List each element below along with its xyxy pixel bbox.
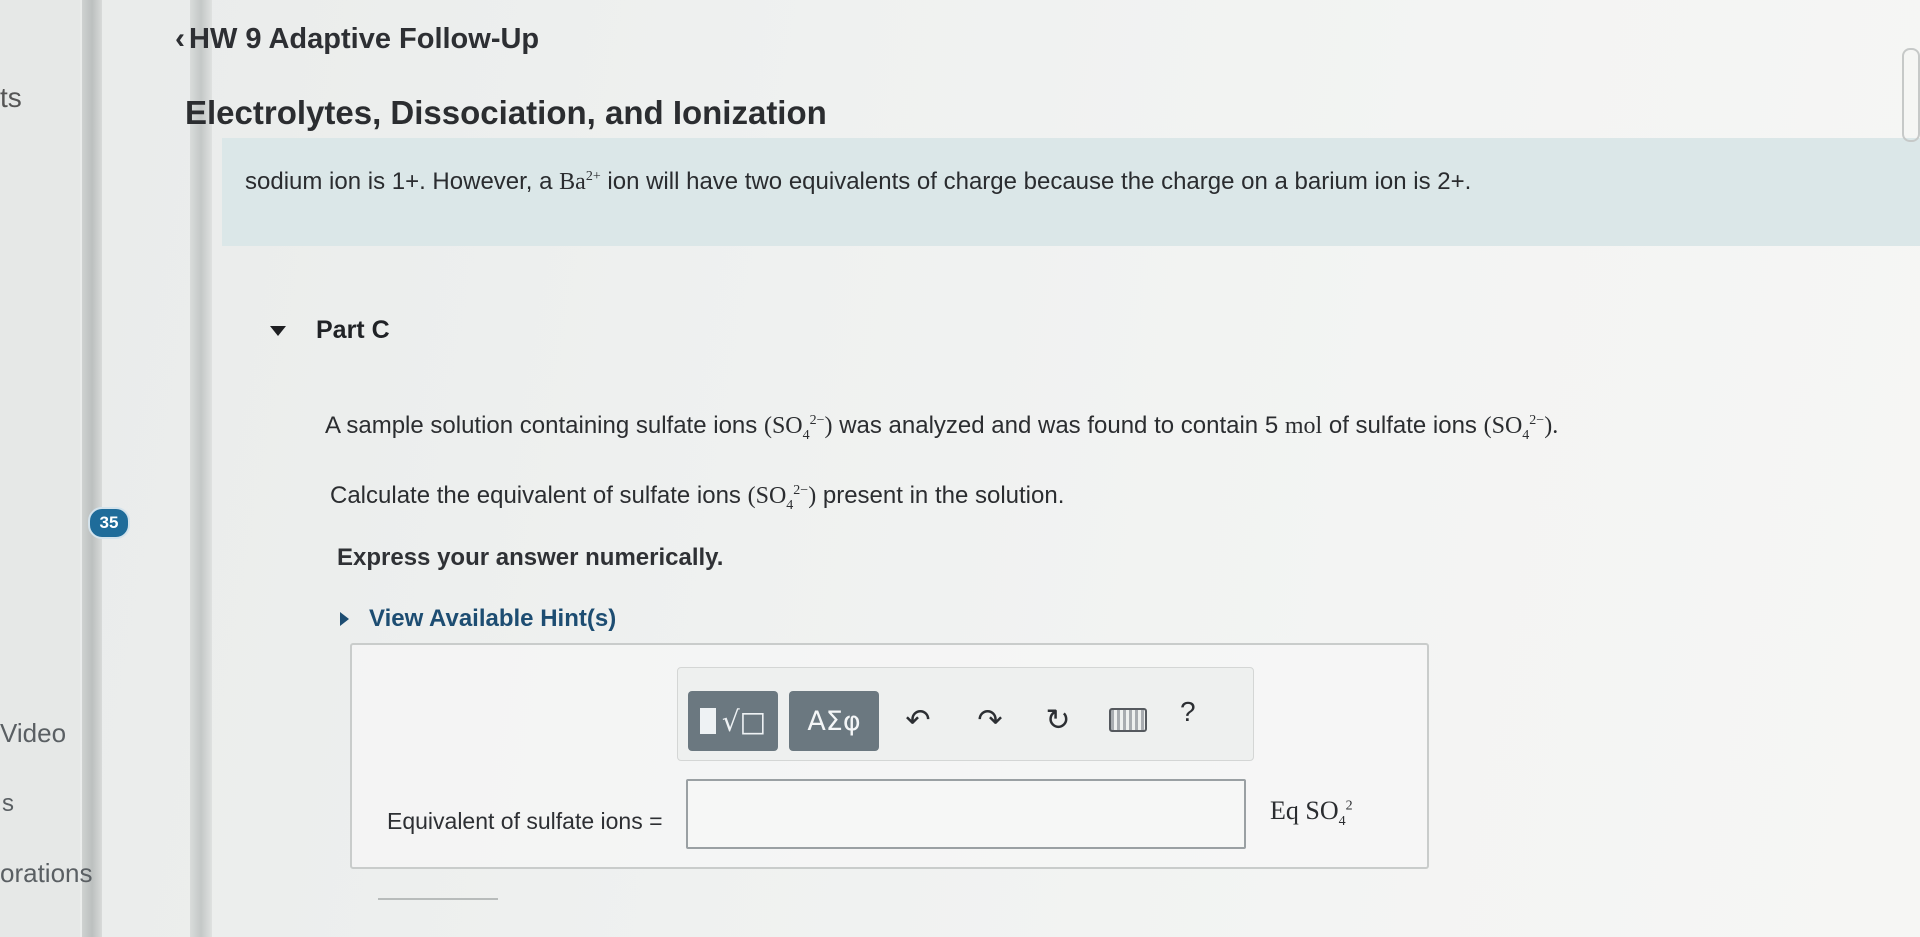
answer-unit: Eq SO42	[1270, 796, 1353, 830]
page: ts 35 Video s orations ‹ HW 9 Adaptive F…	[0, 0, 1920, 937]
collapse-triangle-icon	[270, 325, 286, 336]
page-title: Electrolytes, Dissociation, and Ionizati…	[185, 94, 827, 131]
answer-unit-subscript: 4	[1338, 814, 1346, 830]
back-link[interactable]: ‹ HW 9 Adaptive Follow-Up	[175, 22, 539, 56]
question-text: of sulfate ions	[1322, 412, 1484, 439]
content-divider	[190, 0, 212, 937]
sulfate-charge: 2−	[1529, 413, 1545, 428]
part-c-toggle[interactable]: Part C	[270, 316, 390, 345]
sulfate-formula: SO	[1491, 413, 1523, 439]
answer-input[interactable]	[686, 779, 1246, 849]
formula-paren-close: ).	[1544, 413, 1559, 439]
question-text: was analyzed and was found to contain 5	[832, 412, 1285, 439]
formula-paren-close: )	[824, 413, 833, 439]
sulfate-formula: SO	[755, 483, 787, 509]
nav-divider	[82, 0, 102, 937]
question-text: present in the solution.	[816, 482, 1065, 509]
scroll-handle[interactable]	[1902, 48, 1920, 142]
keyboard-icon[interactable]	[1108, 700, 1148, 740]
greek-symbols-button[interactable]: ΑΣφ	[789, 691, 879, 751]
sulfate-formula: SO	[771, 413, 803, 439]
back-link-label: HW 9 Adaptive Follow-Up	[189, 22, 540, 55]
view-hints-label: View Available Hint(s)	[369, 605, 617, 632]
chevron-left-icon: ‹	[175, 22, 185, 55]
sulfate-subscript: 4	[802, 427, 810, 443]
answer-unit-charge: 2	[1345, 798, 1353, 814]
reset-icon[interactable]: ↻	[1038, 700, 1078, 740]
sulfate-subscript: 4	[786, 497, 794, 513]
unit-mol: mol	[1284, 413, 1323, 439]
keyboard-glyph	[1109, 708, 1147, 732]
nav-item-top[interactable]: ts	[0, 82, 22, 114]
sqrt-template-icon: √□	[721, 704, 767, 738]
part-label: Part C	[316, 316, 390, 344]
intro-text-part2: ion will have two equivalents of charge …	[600, 168, 1472, 195]
template-block-icon	[699, 708, 716, 734]
nav-item-orations[interactable]: orations	[0, 858, 93, 889]
redo-icon[interactable]: ↷	[970, 700, 1010, 740]
question-line-1: A sample solution containing sulfate ion…	[325, 412, 1558, 444]
question-text: Calculate the equivalent of sulfate ions	[330, 482, 748, 509]
nav-item-video-label: Video	[0, 718, 67, 748]
sulfate-subscript: 4	[1522, 427, 1530, 443]
answer-label: Equivalent of sulfate ions =	[387, 808, 663, 834]
view-hints-link[interactable]: View Available Hint(s)	[340, 605, 616, 633]
question-text: A sample solution containing sulfate ion…	[325, 412, 764, 439]
intro-text: sodium ion is 1+. However, a Ba2+ ion wi…	[245, 168, 1471, 196]
intro-text-part1: sodium ion is 1+. However, a	[245, 168, 560, 195]
nav-item-s[interactable]: s	[2, 790, 14, 818]
formula-paren-close: )	[808, 483, 817, 509]
formula-paren-open: (	[763, 413, 772, 439]
answer-instruction: Express your answer numerically.	[337, 544, 724, 571]
question-line-2: Calculate the equivalent of sulfate ions…	[330, 482, 1064, 514]
divider-line	[378, 898, 498, 900]
barium-symbol: Ba	[559, 169, 586, 195]
expand-triangle-icon	[340, 612, 349, 626]
sulfate-charge: 2−	[793, 483, 809, 498]
formula-paren-open: (	[1483, 413, 1492, 439]
formula-paren-open: (	[747, 483, 756, 509]
nav-item-video[interactable]: Video	[0, 718, 66, 749]
undo-icon[interactable]: ↶	[898, 700, 938, 740]
answer-unit-prefix: Eq SO	[1270, 796, 1339, 825]
help-icon[interactable]: ?	[1180, 696, 1196, 728]
sulfate-charge: 2−	[809, 413, 825, 428]
barium-charge: 2+	[585, 169, 601, 184]
templates-button[interactable]: √□	[688, 691, 778, 751]
nav-count-badge: 35	[88, 507, 130, 539]
